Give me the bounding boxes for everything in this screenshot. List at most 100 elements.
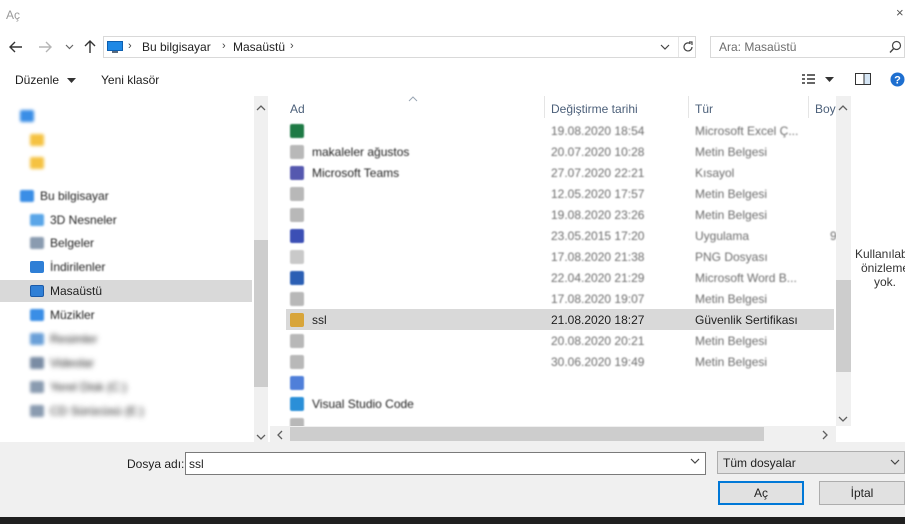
search-placeholder[interactable]: Ara: Masaüstü bbox=[719, 40, 796, 54]
list-scroll-up-icon[interactable] bbox=[838, 100, 848, 114]
dialog-title: Aç bbox=[6, 8, 21, 22]
up-button[interactable] bbox=[81, 38, 99, 56]
nav-item-this-pc[interactable]: Bu bilgisayar bbox=[0, 185, 252, 207]
file-row[interactable]: Visual Studio Code bbox=[286, 393, 834, 414]
nav-item-pictures[interactable]: Resimler bbox=[0, 328, 252, 350]
file-row[interactable]: 22.04.2020 21:29 Microsoft Word B... bbox=[286, 267, 834, 288]
nav-item-music[interactable]: Müzikler bbox=[0, 304, 252, 326]
file-list-scrollbar[interactable] bbox=[836, 96, 851, 426]
nav-item-local-disk[interactable]: Yerel Disk (C:) bbox=[0, 376, 252, 398]
file-list-scrollbar-thumb[interactable] bbox=[836, 280, 851, 372]
caret-down-icon bbox=[67, 77, 77, 83]
file-date: 27.07.2020 22:21 bbox=[551, 166, 645, 180]
file-type: Metin Belgesi bbox=[695, 187, 768, 201]
scroll-right-icon[interactable] bbox=[822, 429, 829, 443]
file-date: 20.07.2020 10:28 bbox=[551, 145, 645, 159]
disc-icon bbox=[30, 405, 44, 417]
breadcrumb-this-pc[interactable]: Bu bilgisayar bbox=[142, 40, 211, 54]
organize-menu-button[interactable]: Düzenle bbox=[15, 73, 77, 87]
back-button[interactable] bbox=[7, 38, 25, 56]
file-type: Uygulama bbox=[695, 229, 750, 243]
document-icon bbox=[30, 237, 44, 249]
column-header-date[interactable]: Değiştirme tarihi bbox=[551, 102, 638, 116]
nav-item-label: CD Sürücüsü (E:) bbox=[50, 404, 145, 418]
file-type: Metin Belgesi bbox=[695, 292, 768, 306]
file-row[interactable] bbox=[286, 372, 834, 393]
scroll-left-icon[interactable] bbox=[276, 429, 283, 443]
column-divider bbox=[544, 96, 545, 118]
file-type: Metin Belgesi bbox=[695, 334, 768, 348]
preview-pane-icon bbox=[855, 73, 871, 85]
breadcrumb-desktop[interactable]: Masaüstü bbox=[233, 40, 285, 54]
desktop-icon bbox=[30, 285, 44, 297]
refresh-icon bbox=[682, 41, 693, 52]
nav-item-desktop[interactable]: Masaüstü bbox=[0, 280, 252, 302]
filename-input[interactable] bbox=[185, 452, 706, 475]
file-row[interactable]: 12.05.2020 17:57 Metin Belgesi bbox=[286, 183, 834, 204]
close-icon[interactable]: × bbox=[896, 5, 904, 20]
nav-item-documents[interactable]: Belgeler bbox=[0, 232, 252, 254]
folder-icon bbox=[30, 134, 44, 146]
column-header-size[interactable]: Boy bbox=[815, 102, 836, 116]
nav-scrollbar-thumb[interactable] bbox=[254, 240, 268, 387]
file-row[interactable]: 23.05.2015 17:20 Uygulama 9 bbox=[286, 225, 836, 246]
forward-button[interactable] bbox=[36, 38, 54, 56]
file-row[interactable]: 17.08.2020 19:07 Metin Belgesi bbox=[286, 288, 834, 309]
nav-item-onedrive[interactable] bbox=[0, 105, 252, 127]
new-folder-button[interactable]: Yeni klasör bbox=[101, 73, 159, 87]
file-type: PNG Dosyası bbox=[695, 250, 768, 264]
breadcrumb-separator: › bbox=[222, 40, 226, 52]
file-row[interactable]: 30.06.2020 19:49 Metin Belgesi bbox=[286, 351, 834, 372]
filename-dropdown-icon[interactable] bbox=[690, 458, 700, 465]
text-file-icon bbox=[290, 208, 304, 222]
search-icon[interactable] bbox=[889, 40, 902, 54]
column-header-name[interactable]: Ad bbox=[290, 102, 305, 116]
excel-icon bbox=[290, 124, 304, 138]
horizontal-scrollbar-thumb[interactable] bbox=[290, 427, 764, 441]
back-arrow-icon bbox=[9, 41, 22, 53]
nav-scroll-up-icon[interactable] bbox=[256, 100, 266, 114]
file-row[interactable]: 17.08.2020 21:38 PNG Dosyası bbox=[286, 246, 834, 267]
filetype-select[interactable]: Tüm dosyalar bbox=[717, 451, 905, 474]
computer-icon bbox=[107, 41, 123, 53]
nav-item-3d-objects[interactable]: 3D Nesneler bbox=[0, 209, 252, 231]
breadcrumb-separator[interactable]: › bbox=[290, 40, 294, 52]
file-type: Güvenlik Sertifikası bbox=[695, 313, 798, 327]
nav-item-label: Belgeler bbox=[50, 236, 95, 250]
address-dropdown-icon[interactable] bbox=[660, 40, 670, 54]
file-row[interactable]: 20.08.2020 20:21 Metin Belgesi bbox=[286, 330, 834, 351]
file-name: makaleler ağustos bbox=[312, 145, 410, 159]
file-row[interactable]: 19.08.2020 23:26 Metin Belgesi bbox=[286, 204, 834, 225]
address-bar[interactable]: › Bu bilgisayar › Masaüstü › bbox=[103, 36, 696, 58]
file-date: 17.08.2020 19:07 bbox=[551, 292, 645, 306]
file-type: Microsoft Word B... bbox=[695, 271, 797, 285]
preview-pane-button[interactable] bbox=[855, 72, 871, 89]
file-row[interactable]: 19.08.2020 18:54 Microsoft Excel Ç... bbox=[286, 120, 834, 141]
open-button[interactable]: Aç bbox=[718, 481, 804, 505]
taskbar-strip bbox=[0, 517, 905, 524]
computer-icon bbox=[20, 190, 34, 202]
chevron-down-icon bbox=[65, 44, 73, 50]
nav-item-cd-drive[interactable]: CD Sürücüsü (E:) bbox=[0, 400, 252, 422]
file-row[interactable]: Microsoft Teams 27.07.2020 22:21 Kısayol bbox=[286, 162, 834, 183]
view-options-button[interactable] bbox=[800, 72, 840, 89]
file-row[interactable]: makaleler ağustos 20.07.2020 10:28 Metin B… bbox=[286, 141, 834, 162]
column-header-type[interactable]: Tür bbox=[695, 102, 713, 116]
image-file-icon bbox=[290, 250, 304, 264]
file-date: 17.08.2020 21:38 bbox=[551, 250, 645, 264]
file-row[interactable]: ssl 21.08.2020 18:27 Güvenlik Sertifikası bbox=[286, 309, 834, 330]
refresh-button[interactable] bbox=[678, 37, 696, 57]
nav-item-videos[interactable]: Videolar bbox=[0, 352, 252, 374]
download-icon bbox=[30, 261, 44, 273]
search-box[interactable]: Ara: Masaüstü bbox=[710, 36, 905, 58]
help-button[interactable]: ? bbox=[890, 72, 905, 90]
nav-item-folder[interactable] bbox=[0, 152, 252, 174]
nav-item-downloads[interactable]: İndirilenler bbox=[0, 256, 252, 278]
filename-label: Dosya adı: bbox=[127, 457, 185, 471]
cancel-button[interactable]: İptal bbox=[819, 481, 905, 505]
nav-item-folder[interactable] bbox=[0, 129, 252, 151]
word-icon bbox=[290, 271, 304, 285]
recent-locations-button[interactable] bbox=[60, 38, 78, 56]
list-scroll-down-icon[interactable] bbox=[838, 412, 848, 426]
sort-ascending-icon bbox=[408, 96, 418, 102]
